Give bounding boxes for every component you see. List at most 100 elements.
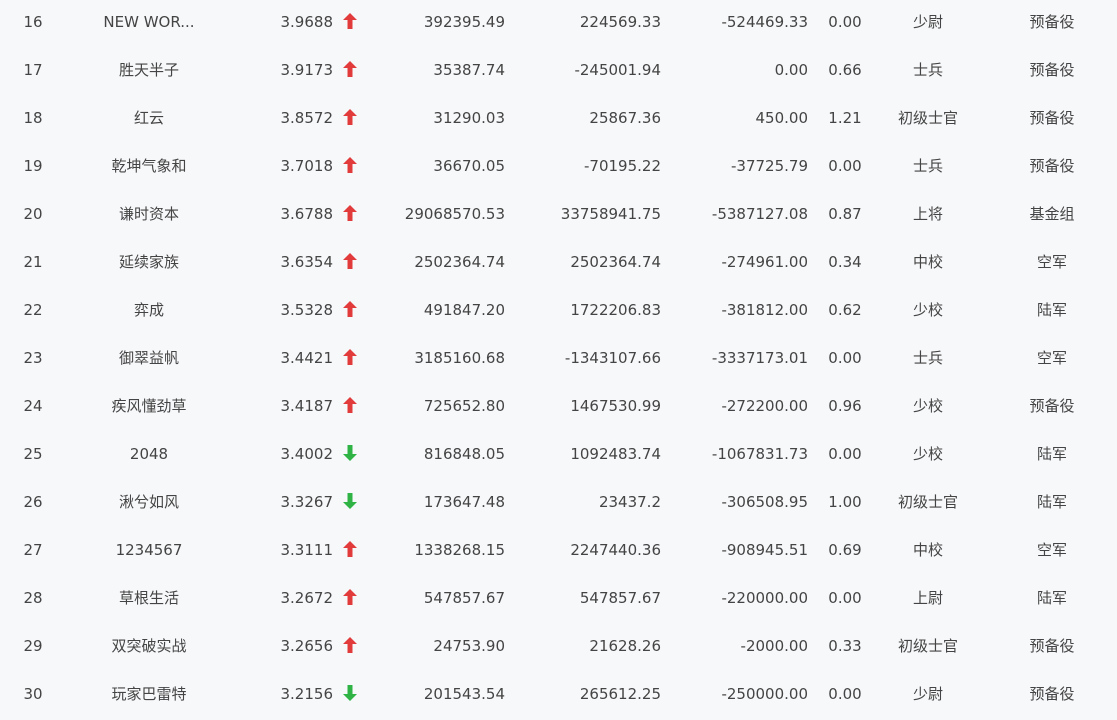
value3-cell: 0.00 <box>774 61 808 79</box>
group-cell: 陆军 <box>1036 301 1067 319</box>
table-row[interactable]: 18 红云 3.8572 31290.03 25867.36 450.00 1.21 初级士官… <box>0 96 1117 144</box>
value3-cell: -3337173.01 <box>711 349 808 367</box>
table-row[interactable]: 16 NEW WOR... 3.9688 392395.49 224569.33 -524… <box>0 0 1117 48</box>
rank-cell: 28 <box>23 589 43 607</box>
arrow-down-icon <box>340 480 360 528</box>
value2-cell: -1343107.66 <box>564 349 661 367</box>
arrow-down-icon <box>340 432 360 480</box>
arrow-up-icon <box>340 192 360 240</box>
ranking-table: 16 NEW WOR... 3.9688 392395.49 224569.33 -524… <box>0 0 1117 720</box>
value1-cell: 2502364.74 <box>414 253 505 271</box>
score-cell: 3.6788 <box>280 205 334 223</box>
table-row[interactable]: 22 弈成 3.5328 491847.20 1722206.83 -381812.00 0… <box>0 288 1117 336</box>
name-cell: 弈成 <box>133 301 164 319</box>
rank-cell: 25 <box>23 445 43 463</box>
score-cell: 3.6354 <box>280 253 334 271</box>
table-row[interactable]: 26 湫兮如风 3.3267 173647.48 23437.2 -306508.95 1.… <box>0 480 1117 528</box>
table-row[interactable]: 25 2048 3.4002 816848.05 1092483.74 -1067831.… <box>0 432 1117 480</box>
value1-cell: 816848.05 <box>423 445 505 463</box>
ratio-cell: 1.00 <box>828 493 862 511</box>
ratio-cell: 0.34 <box>828 253 862 271</box>
table-row[interactable]: 24 疾风懂劲草 3.4187 725652.80 1467530.99 -272200.… <box>0 384 1117 432</box>
score-cell: 3.3111 <box>280 541 334 559</box>
rank-cell: 26 <box>23 493 43 511</box>
ratio-cell: 0.96 <box>828 397 862 415</box>
table-row[interactable]: 21 延续家族 3.6354 2502364.74 2502364.74 -274961.… <box>0 240 1117 288</box>
table-row[interactable]: 20 谦时资本 3.6788 29068570.53 33758941.75 -53871… <box>0 192 1117 240</box>
name-cell: 玩家巴雷特 <box>111 685 187 703</box>
value1-cell: 3185160.68 <box>414 349 505 367</box>
level-cell: 上尉 <box>912 589 943 607</box>
value2-cell: 547857.67 <box>579 589 661 607</box>
level-cell: 士兵 <box>912 61 943 79</box>
score-cell: 3.5328 <box>280 301 334 319</box>
table-row[interactable]: 29 双突破实战 3.2656 24753.90 21628.26 -2000.00 0.3… <box>0 624 1117 672</box>
value1-cell: 201543.54 <box>423 685 505 703</box>
table-row[interactable]: 17 胜天半子 3.9173 35387.74 -245001.94 0.00 0.66 士兵… <box>0 48 1117 96</box>
arrow-up-icon <box>340 384 360 432</box>
value1-cell: 24753.90 <box>433 637 505 655</box>
value3-cell: -274961.00 <box>721 253 808 271</box>
ratio-cell: 0.00 <box>828 13 862 31</box>
value2-cell: -245001.94 <box>574 61 661 79</box>
score-cell: 3.4002 <box>280 445 334 463</box>
table-row[interactable]: 23 御翠益帆 3.4421 3185160.68 -1343107.66 -333717… <box>0 336 1117 384</box>
rank-cell: 30 <box>23 685 43 703</box>
ratio-cell: 0.62 <box>828 301 862 319</box>
name-cell: 乾坤气象和 <box>111 157 187 175</box>
value1-cell: 35387.74 <box>433 61 505 79</box>
ratio-cell: 0.00 <box>828 349 862 367</box>
level-cell: 少尉 <box>912 685 943 703</box>
ratio-cell: 0.87 <box>828 205 862 223</box>
table-row[interactable]: 27 1234567 3.3111 1338268.15 2247440.36 -9089… <box>0 528 1117 576</box>
group-cell: 预备役 <box>1029 685 1075 703</box>
value2-cell: 25867.36 <box>589 109 661 127</box>
value3-cell: -306508.95 <box>721 493 808 511</box>
group-cell: 空军 <box>1036 541 1067 559</box>
arrow-up-icon <box>340 144 360 192</box>
value3-cell: -524469.33 <box>721 13 808 31</box>
value3-cell: -2000.00 <box>740 637 808 655</box>
rank-cell: 24 <box>23 397 43 415</box>
group-cell: 陆军 <box>1036 493 1067 511</box>
group-cell: 空军 <box>1036 349 1067 367</box>
score-cell: 3.2156 <box>280 685 334 703</box>
arrow-up-icon <box>340 240 360 288</box>
rank-cell: 19 <box>23 157 43 175</box>
ratio-cell: 0.69 <box>828 541 862 559</box>
level-cell: 中校 <box>912 541 943 559</box>
value1-cell: 491847.20 <box>423 301 505 319</box>
score-cell: 3.9688 <box>280 13 334 31</box>
arrow-up-icon <box>340 48 360 96</box>
level-cell: 上将 <box>912 205 943 223</box>
group-cell: 基金组 <box>1029 205 1075 223</box>
value2-cell: 265612.25 <box>579 685 661 703</box>
value1-cell: 547857.67 <box>423 589 505 607</box>
ratio-cell: 0.66 <box>828 61 862 79</box>
level-cell: 初级士官 <box>897 637 958 655</box>
value1-cell: 36670.05 <box>433 157 505 175</box>
name-cell: 双突破实战 <box>111 637 187 655</box>
rank-cell: 29 <box>23 637 43 655</box>
level-cell: 少尉 <box>912 13 943 31</box>
table-row[interactable]: 19 乾坤气象和 3.7018 36670.05 -70195.22 -37725.79 0… <box>0 144 1117 192</box>
score-cell: 3.4421 <box>280 349 334 367</box>
score-cell: 3.2672 <box>280 589 334 607</box>
name-cell: 谦时资本 <box>118 205 179 223</box>
level-cell: 初级士官 <box>897 109 958 127</box>
group-cell: 陆军 <box>1036 445 1067 463</box>
arrow-up-icon <box>340 624 360 672</box>
name-cell: 胜天半子 <box>118 61 179 79</box>
name-cell: 御翠益帆 <box>118 349 179 367</box>
table-row[interactable]: 30 玩家巴雷特 3.2156 201543.54 265612.25 -250000.0… <box>0 672 1117 720</box>
value1-cell: 31290.03 <box>433 109 505 127</box>
name-cell: 延续家族 <box>118 253 179 271</box>
value3-cell: -381812.00 <box>721 301 808 319</box>
arrow-up-icon <box>340 528 360 576</box>
table-row[interactable]: 28 草根生活 3.2672 547857.67 547857.67 -220000.00… <box>0 576 1117 624</box>
name-cell: 疾风懂劲草 <box>111 397 187 415</box>
arrow-up-icon <box>340 336 360 384</box>
rank-cell: 27 <box>23 541 43 559</box>
value2-cell: 2502364.74 <box>570 253 661 271</box>
arrow-up-icon <box>340 576 360 624</box>
